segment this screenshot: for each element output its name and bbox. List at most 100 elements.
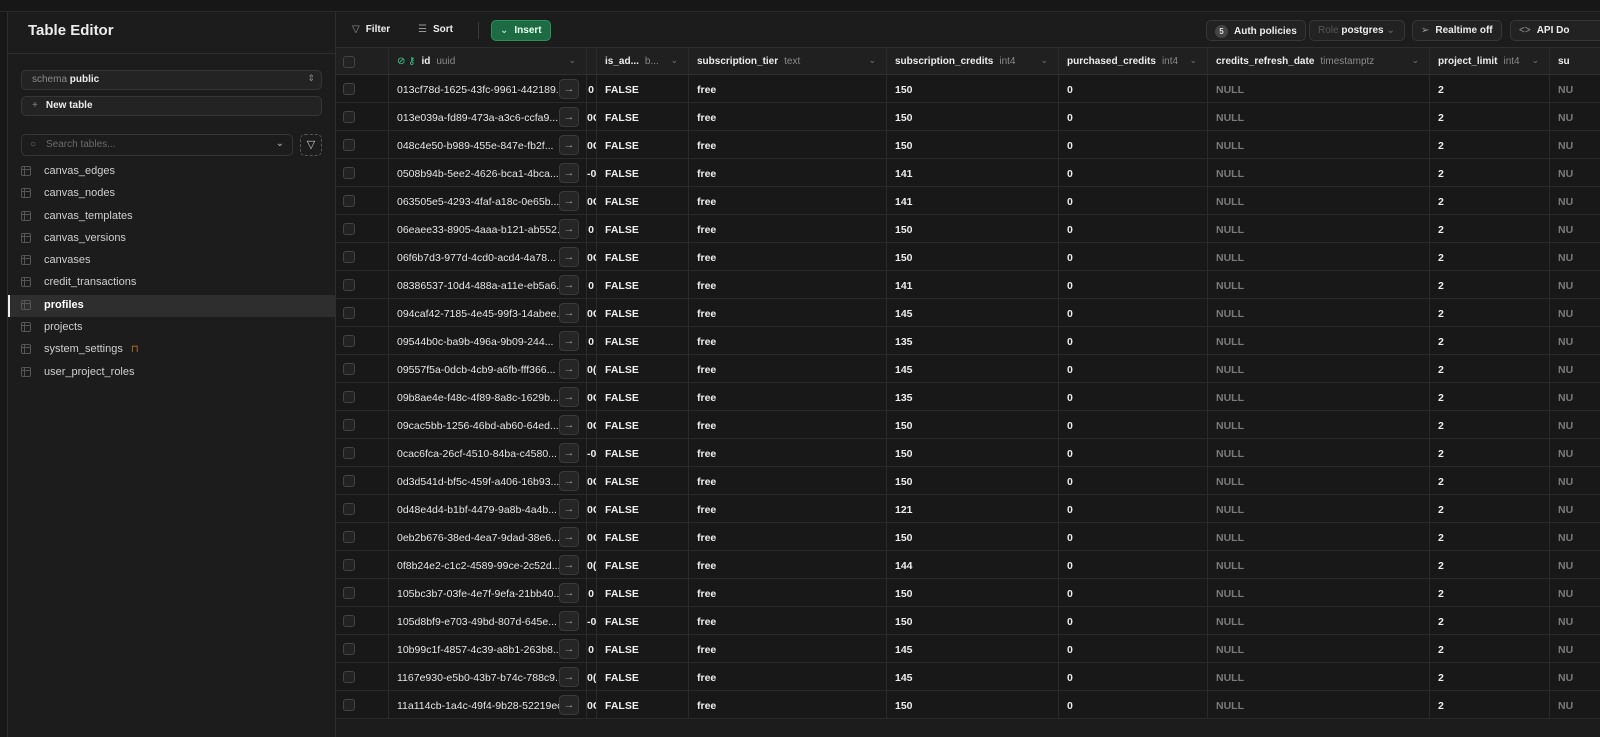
arrow-right-icon[interactable]: → [559, 695, 579, 715]
arrow-right-icon[interactable]: → [559, 275, 579, 295]
chevron-down-icon[interactable]: ⌄ [868, 55, 876, 66]
cell-id[interactable]: 013e039a-fd89-473a-a3c6-ccfa9... → [389, 103, 587, 130]
cell-project-limit[interactable]: 2 [1430, 579, 1550, 606]
cell-is-ad---[interactable]: FALSE [597, 159, 689, 186]
cell-hidden[interactable]: 0C [587, 131, 597, 158]
cell-project-limit[interactable]: 2 [1430, 411, 1550, 438]
realtime-toggle-button[interactable]: ➢ Realtime off [1412, 20, 1502, 41]
row-checkbox[interactable] [343, 419, 355, 431]
cell-is-ad---[interactable]: FALSE [597, 691, 689, 718]
cell-project-limit[interactable]: 2 [1430, 467, 1550, 494]
row-checkbox[interactable] [343, 559, 355, 571]
row-checkbox[interactable] [343, 139, 355, 151]
cell-subscription-credits[interactable]: 145 [887, 663, 1059, 690]
column-header-id[interactable]: ⊘ ⚷ id uuid ⌄ [389, 48, 587, 74]
cell-id[interactable]: 09cac5bb-1256-46bd-ab60-64ed... → [389, 411, 587, 438]
cell-is-ad---[interactable]: FALSE [597, 383, 689, 410]
column-header-hidden[interactable] [587, 48, 597, 74]
row-checkbox[interactable] [343, 223, 355, 235]
cell-credits-refresh-date[interactable]: NULL [1208, 551, 1430, 578]
cell-is-ad---[interactable]: FALSE [597, 635, 689, 662]
cell-is-ad---[interactable]: FALSE [597, 663, 689, 690]
cell-subscription-credits[interactable]: 145 [887, 299, 1059, 326]
cell-hidden[interactable]: 0 [587, 327, 597, 354]
cell-purchased-credits[interactable]: 0 [1059, 243, 1208, 270]
cell-purchased-credits[interactable]: 0 [1059, 551, 1208, 578]
cell-id[interactable]: 0cac6fca-26cf-4510-84ba-c4580... → [389, 439, 587, 466]
cell-su[interactable]: NU [1550, 271, 1600, 298]
cell-hidden[interactable]: 0 [587, 75, 597, 102]
row-checkbox[interactable] [343, 307, 355, 319]
cell-credits-refresh-date[interactable]: NULL [1208, 663, 1430, 690]
cell-id[interactable]: 10b99c1f-4857-4c39-a8b1-263b8... → [389, 635, 587, 662]
cell-project-limit[interactable]: 2 [1430, 523, 1550, 550]
cell-hidden[interactable]: 0C [587, 691, 597, 718]
cell-is-ad---[interactable]: FALSE [597, 495, 689, 522]
sidebar-table-credit-transactions[interactable]: credit_transactions [8, 272, 335, 294]
column-header-project-limit[interactable]: project_limit int4 ⌄ [1430, 48, 1550, 74]
cell-is-ad---[interactable]: FALSE [597, 299, 689, 326]
cell-subscription-tier[interactable]: free [689, 271, 887, 298]
cell-hidden[interactable]: 0C [587, 103, 597, 130]
sort-button[interactable]: ☰ Sort [410, 20, 461, 41]
cell-su[interactable]: NU [1550, 299, 1600, 326]
row-checkbox[interactable] [343, 671, 355, 683]
select-all-checkbox[interactable] [343, 56, 355, 68]
cell-project-limit[interactable]: 2 [1430, 103, 1550, 130]
cell-id[interactable]: 0508b94b-5ee2-4626-bca1-4bca... → [389, 159, 587, 186]
schema-selector[interactable]: schema public ⇕ [21, 70, 322, 90]
cell-project-limit[interactable]: 2 [1430, 271, 1550, 298]
cell-project-limit[interactable]: 2 [1430, 551, 1550, 578]
cell-project-limit[interactable]: 2 [1430, 691, 1550, 718]
cell-subscription-credits[interactable]: 144 [887, 551, 1059, 578]
cell-credits-refresh-date[interactable]: NULL [1208, 411, 1430, 438]
cell-project-limit[interactable]: 2 [1430, 75, 1550, 102]
cell-is-ad---[interactable]: FALSE [597, 579, 689, 606]
cell-hidden[interactable]: 0C [587, 411, 597, 438]
column-header-credits-refresh-date[interactable]: credits_refresh_date timestamptz ⌄ [1208, 48, 1430, 74]
cell-subscription-credits[interactable]: 150 [887, 215, 1059, 242]
cell-subscription-tier[interactable]: free [689, 103, 887, 130]
cell-su[interactable]: NU [1550, 187, 1600, 214]
cell-subscription-tier[interactable]: free [689, 299, 887, 326]
cell-id[interactable]: 0eb2b676-38ed-4ea7-9dad-38e6... → [389, 523, 587, 550]
api-docs-button[interactable]: <> API Do [1510, 20, 1600, 41]
cell-is-ad---[interactable]: FALSE [597, 523, 689, 550]
cell-hidden[interactable]: 0C [587, 383, 597, 410]
cell-id[interactable]: 063505e5-4293-4faf-a18c-0e65b... → [389, 187, 587, 214]
sidebar-table-canvas-edges[interactable]: canvas_edges [8, 161, 335, 183]
cell-id[interactable]: 09557f5a-0dcb-4cb9-a6fb-fff366... → [389, 355, 587, 382]
row-checkbox[interactable] [343, 251, 355, 263]
cell-su[interactable]: NU [1550, 579, 1600, 606]
row-checkbox[interactable] [343, 111, 355, 123]
chevrons-down-icon[interactable]: ⌄ [276, 138, 284, 149]
cell-project-limit[interactable]: 2 [1430, 635, 1550, 662]
sidebar-table-canvas-nodes[interactable]: canvas_nodes [8, 183, 335, 205]
sidebar-table-canvases[interactable]: canvases [8, 250, 335, 272]
arrow-right-icon[interactable]: → [559, 611, 579, 631]
row-checkbox[interactable] [343, 643, 355, 655]
column-header-purchased-credits[interactable]: purchased_credits int4 ⌄ [1059, 48, 1208, 74]
cell-subscription-credits[interactable]: 150 [887, 607, 1059, 634]
cell-credits-refresh-date[interactable]: NULL [1208, 355, 1430, 382]
cell-su[interactable]: NU [1550, 327, 1600, 354]
cell-id[interactable]: 094caf42-7185-4e45-99f3-14abee... → [389, 299, 587, 326]
new-table-button[interactable]: + New table [21, 96, 322, 116]
cell-id[interactable]: 0d48e4d4-b1bf-4479-9a8b-4a4b... → [389, 495, 587, 522]
arrow-right-icon[interactable]: → [559, 79, 579, 99]
cell-is-ad---[interactable]: FALSE [597, 411, 689, 438]
cell-purchased-credits[interactable]: 0 [1059, 663, 1208, 690]
cell-su[interactable]: NU [1550, 495, 1600, 522]
cell-id[interactable]: 09b8ae4e-f48c-4f89-8a8c-1629b... → [389, 383, 587, 410]
cell-credits-refresh-date[interactable]: NULL [1208, 579, 1430, 606]
cell-subscription-tier[interactable]: free [689, 523, 887, 550]
cell-su[interactable]: NU [1550, 75, 1600, 102]
cell-subscription-tier[interactable]: free [689, 635, 887, 662]
cell-subscription-credits[interactable]: 150 [887, 439, 1059, 466]
arrow-right-icon[interactable]: → [559, 135, 579, 155]
cell-hidden[interactable]: 0C [587, 523, 597, 550]
cell-id[interactable]: 013cf78d-1625-43fc-9961-442189... → [389, 75, 587, 102]
auth-policies-button[interactable]: 5 Auth policies [1206, 20, 1306, 41]
cell-subscription-tier[interactable]: free [689, 131, 887, 158]
cell-id[interactable]: 0f8b24e2-c1c2-4589-99ce-2c52d... → [389, 551, 587, 578]
